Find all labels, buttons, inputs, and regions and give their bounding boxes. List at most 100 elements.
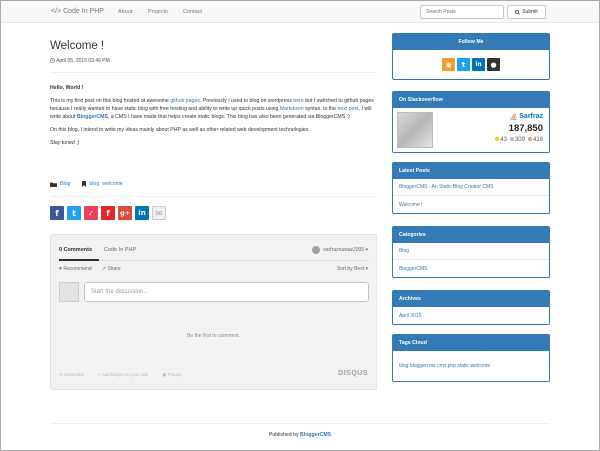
- recommend-label: Recommend: [63, 266, 92, 272]
- gold-count: 43: [500, 137, 507, 143]
- clock-icon: [50, 58, 55, 63]
- text: . Previously I used to blog on wordpress: [199, 98, 294, 104]
- bronze-badge: 419: [527, 137, 543, 143]
- archive-item[interactable]: April 2015: [393, 307, 549, 324]
- googleplus-share-icon[interactable]: g+: [118, 206, 132, 220]
- markdown-link[interactable]: Markdown: [280, 106, 304, 112]
- so-user: Sarfraz: [510, 112, 543, 120]
- linkedin-share-icon[interactable]: in: [135, 206, 149, 220]
- tags-cloud[interactable]: blog bloggercms cms php static welcome: [393, 351, 549, 381]
- disqus-logo[interactable]: DISQUS: [338, 370, 368, 377]
- text: This is my first post on this blog hoste…: [50, 98, 171, 104]
- post-date-text: April 05, 2015 03:46 PM: [56, 58, 110, 64]
- mail-icon: ✉: [59, 372, 63, 377]
- next-post-link[interactable]: next post: [338, 106, 359, 112]
- comments-widget: 0 Comments Code In PHP sarfraznawaz2005 …: [50, 234, 377, 390]
- flipboard-share-icon[interactable]: f: [101, 206, 115, 220]
- so-reputation: 187,850: [508, 123, 543, 134]
- tab-comments[interactable]: 0 Comments: [59, 247, 92, 253]
- bronze-count: 419: [532, 137, 543, 143]
- user-avatar: [312, 246, 321, 254]
- wordpress-link[interactable]: here: [293, 98, 303, 104]
- stackoverflow-icon: [510, 113, 517, 120]
- rss-icon[interactable]: ◉: [442, 58, 455, 71]
- archives-panel: Archives April 2015: [392, 290, 550, 325]
- footer: Published by BloggerCMS: [0, 432, 600, 438]
- twitter-icon[interactable]: t: [457, 58, 470, 71]
- archives-title: Archives: [393, 291, 549, 307]
- follow-panel: Follow Me ◉ t in ●: [392, 33, 550, 80]
- nav-projects[interactable]: Projects: [148, 9, 168, 15]
- active-tab-indicator: [59, 259, 99, 261]
- divider: [50, 196, 378, 197]
- brand-link[interactable]: </> Code In PHP: [51, 8, 104, 15]
- footer-link[interactable]: BloggerCMS: [300, 432, 331, 438]
- subscribe-link[interactable]: ✉ Subscribe: [59, 372, 84, 378]
- folder-icon: [50, 182, 57, 187]
- add-disqus-link[interactable]: ◐ Add Disqus to your site: [98, 372, 148, 378]
- sort-dropdown[interactable]: Sort by Best ▾: [337, 266, 368, 272]
- pocket-share-icon[interactable]: ✓: [84, 206, 98, 220]
- latest-post-link[interactable]: Welcome !: [393, 196, 549, 213]
- divider: [50, 72, 378, 73]
- post-paragraph-1: This is my first post on this blog hoste…: [50, 97, 378, 121]
- privacy-link[interactable]: ▣ Privacy: [162, 372, 182, 378]
- github-icon[interactable]: ●: [487, 58, 500, 71]
- post-greeting: Hello, World !: [50, 85, 84, 91]
- share-bar: f t ✓ f g+ in ✉: [50, 206, 166, 220]
- text: syntax. In the: [303, 106, 338, 112]
- category-item[interactable]: Blog: [393, 243, 549, 260]
- tag-link-blog[interactable]: blog: [89, 181, 99, 187]
- user-name: sarfraznawaz2005 ▾: [323, 247, 368, 253]
- empty-comments-text: Be the first to comment.: [187, 333, 240, 339]
- nav-about[interactable]: About: [118, 9, 132, 15]
- categories-panel: Categories Blog BloggerCMS: [392, 226, 550, 278]
- latest-post-link[interactable]: BloggerCMS - An Static Blog Creator CMS: [393, 179, 549, 196]
- category-link[interactable]: Blog: [60, 181, 70, 187]
- post-paragraph-2: On this blog, I intend to write my ideas…: [50, 127, 310, 133]
- tab-site[interactable]: Code In PHP: [104, 247, 136, 253]
- stackoverflow-flair[interactable]: Sarfraz 187,850 43 309 419: [393, 108, 549, 152]
- search-icon: [515, 9, 520, 15]
- latest-title: Latest Posts: [393, 163, 549, 179]
- post-date: April 05, 2015 03:46 PM: [50, 58, 110, 64]
- search-input[interactable]: [420, 5, 504, 19]
- subscribe-label: Subscribe: [64, 372, 85, 377]
- tabs-divider: [59, 260, 369, 261]
- add-disqus-label: Add Disqus to your site: [101, 372, 149, 377]
- tags-title: Tags Cloud: [393, 335, 549, 351]
- post-paragraph-3: Stay tuned :): [50, 140, 80, 146]
- comments-user[interactable]: sarfraznawaz2005 ▾: [312, 246, 368, 254]
- comment-input[interactable]: Start the discussion...: [84, 282, 369, 302]
- categories-title: Categories: [393, 227, 549, 243]
- footer-divider: [50, 423, 550, 424]
- post-content: Hello, World ! This is my first post on …: [50, 84, 378, 152]
- category-item[interactable]: BloggerCMS: [393, 260, 549, 277]
- heart-icon: ♥: [59, 266, 62, 272]
- share-label: Share: [107, 266, 121, 272]
- silver-count: 309: [514, 137, 525, 143]
- so-badges: 43 309 419: [495, 137, 543, 143]
- tags-panel: Tags Cloud blog bloggercms cms php stati…: [392, 334, 550, 382]
- email-share-icon[interactable]: ✉: [152, 206, 166, 220]
- avatar: [59, 282, 79, 302]
- post-meta: Blog blog welcome: [50, 181, 123, 187]
- linkedin-icon[interactable]: in: [472, 58, 485, 71]
- submit-button[interactable]: Submit: [507, 5, 546, 19]
- follow-icons: ◉ t in ●: [393, 50, 549, 79]
- twitter-share-icon[interactable]: t: [67, 206, 81, 220]
- submit-label: Submit: [522, 9, 538, 15]
- footer-text: Published by: [268, 432, 301, 438]
- nav-contact[interactable]: Contact: [183, 9, 202, 15]
- profile-image: [397, 112, 433, 148]
- bookmark-icon: [82, 181, 87, 187]
- share-button[interactable]: ↗ Share: [102, 266, 121, 272]
- github-pages-link[interactable]: github pages: [170, 98, 200, 104]
- recommend-button[interactable]: ♥ Recommend: [59, 266, 92, 272]
- facebook-share-icon[interactable]: f: [50, 206, 64, 220]
- text: , a CMS I have made that helps create st…: [107, 114, 350, 120]
- lock-icon: ▣: [162, 372, 167, 377]
- stackoverflow-title: On Stackoverflow: [393, 92, 549, 108]
- bloggercms-link[interactable]: BloggerCMS: [77, 114, 108, 120]
- tag-link-welcome[interactable]: welcome: [102, 181, 122, 187]
